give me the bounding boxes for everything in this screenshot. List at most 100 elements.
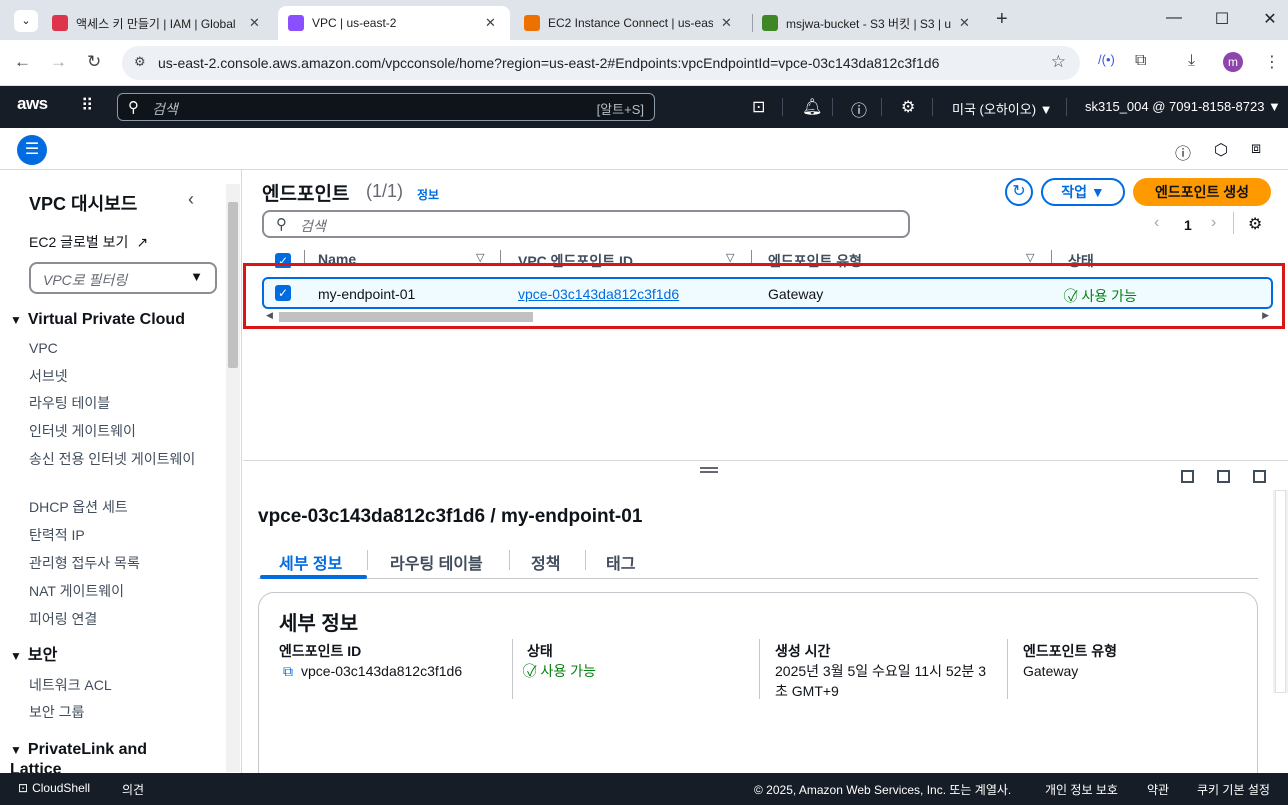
aws-logo[interactable]: aws [17,94,48,114]
table-row[interactable]: ✓ my-endpoint-01 vpce-03c143da812c3f1d6 … [262,277,1273,309]
tab-search-icon[interactable]: ⌄ [14,10,38,32]
panel-bottom-position-icon[interactable] [1181,470,1194,483]
help-icon[interactable]: ⓘ [851,97,867,121]
browser-tab-vpc[interactable]: VPC | us-east-2 ✕ [278,6,510,40]
prev-page-chevron-icon[interactable]: ‹ [1154,214,1159,232]
notifications-bell-icon[interactable]: 🔔︎ [802,97,822,117]
header-divider [782,98,783,116]
back-arrow-icon[interactable]: ← [14,52,31,72]
section-privatelink[interactable]: ▼ PrivateLink and Lattice [10,740,200,773]
profile-avatar[interactable]: m [1223,52,1243,72]
extension-translate-icon[interactable]: /(•) [1098,52,1115,67]
feedback-link[interactable]: 의견 [122,781,144,798]
address-bar[interactable]: ⚙ us-east-2.console.aws.amazon.com/vpcco… [122,46,1080,80]
refresh-button[interactable]: ↻ [1005,178,1033,206]
sidebar-item-nat-gateways[interactable]: NAT 게이트웨이 [29,581,199,601]
create-endpoint-button[interactable]: 엔드포인트 생성 [1133,178,1271,206]
feedback-icon[interactable]: ⬡ [1214,140,1228,160]
status-check-circle-icon: ✓⃝ [527,663,537,679]
account-menu[interactable]: sk315_004 @ 7091-8158-8723 ▼ [1085,99,1281,114]
scrollbar-thumb[interactable] [228,202,238,368]
field-value-endpoint-id: ⧉ vpce-03c143da812c3f1d6 [283,661,462,681]
close-window-button[interactable]: ✕ [1250,9,1288,29]
caret-down-icon: ▼ [10,743,22,757]
cloudshell-icon[interactable]: ⊡ [752,97,765,117]
info-link[interactable]: 정보 [417,186,439,203]
info-panel-icon[interactable]: ⓘ [1175,140,1191,164]
cell-name: my-endpoint-01 [318,286,416,302]
endpoints-search-input[interactable]: ⚲ 검색 [262,210,910,238]
tab-tags[interactable]: 태그 [606,550,635,574]
cloudshell-button[interactable]: ⊡ CloudShell [18,781,90,795]
sidebar-item-route-tables[interactable]: 라우팅 테이블 [29,393,199,413]
browser-menu-icon[interactable]: ⋮ [1264,52,1280,72]
sidebar-scrollbar[interactable] [226,184,240,772]
cell-endpoint-id-link[interactable]: vpce-03c143da812c3f1d6 [518,286,679,302]
sidebar-item-subnets[interactable]: 서브넷 [29,366,199,386]
panel-side-position-icon[interactable] [1217,470,1230,483]
privacy-link[interactable]: 개인 정보 보호 [1045,781,1118,798]
sidebar-item-elastic-ip[interactable]: 탄력적 IP [29,525,199,545]
new-tab-button[interactable]: + [996,8,1008,31]
endpoints-list-panel: 엔드포인트 (1/1) 정보 ↻ 작업 ▼ 엔드포인트 생성 ⚲ 검색 ‹ 1 … [243,170,1288,460]
terms-link[interactable]: 약관 [1147,781,1169,798]
copy-icon[interactable]: ⧉ [283,663,293,679]
services-grid-icon[interactable]: ⠿ [81,96,93,116]
panel-full-position-icon[interactable] [1253,470,1266,483]
scroll-left-arrow-icon[interactable]: ◀ [266,310,273,321]
reload-icon[interactable]: ↻ [87,52,101,72]
row-checkbox[interactable]: ✓ [275,285,291,301]
sidebar-item-vpc[interactable]: VPC [29,338,199,358]
tab-details[interactable]: 세부 정보 [279,550,342,574]
cookie-preferences-link[interactable]: 쿠키 기본 설정 [1197,781,1270,798]
section-security[interactable]: ▼ 보안 [10,646,210,666]
search-shortcut: [알트+S] [596,102,644,117]
sidebar-item-ec2-global[interactable]: EC2 글로벌 보기 ↗ [29,232,199,252]
tab-close-icon[interactable]: ✕ [249,15,260,31]
vpc-filter-select[interactable]: VPC로 필터링 ▼ [29,262,217,294]
tab-close-icon[interactable]: ✕ [959,15,970,31]
iam-favicon-icon [52,15,68,31]
section-label: 보안 [27,647,58,664]
minimize-button[interactable]: — [1154,9,1194,27]
side-nav-toggle-button[interactable]: ☰ [17,135,47,165]
section-virtual-private-cloud[interactable]: ▼ Virtual Private Cloud [10,310,210,330]
sidebar-item-peering[interactable]: 피어링 연결 [29,609,199,629]
browser-tab-s3[interactable]: msjwa-bucket - S3 버킷 | S3 | us-east-2 ✕ [752,6,984,40]
tab-close-icon[interactable]: ✕ [721,15,732,31]
browser-tab-iam[interactable]: 액세스 키 만들기 | IAM | Global ✕ [42,6,274,40]
settings-gear-icon[interactable]: ⚙ [901,97,915,117]
sidebar-item-network-acl[interactable]: 네트워크 ACL [29,675,199,695]
sidebar-title[interactable]: VPC 대시보드 [29,190,137,216]
extensions-puzzle-icon[interactable]: ⧉ [1135,52,1146,70]
resize-handle-icon[interactable] [700,467,718,473]
tab-close-icon[interactable]: ✕ [485,15,496,31]
page-number[interactable]: 1 [1184,217,1192,233]
site-info-icon[interactable]: ⚙ [134,54,146,70]
browser-tab-ec2[interactable]: EC2 Instance Connect | us-east-2 ✕ [514,6,746,40]
bookmark-star-icon[interactable]: ☆ [1051,52,1066,72]
maximize-button[interactable]: ☐ [1202,9,1242,29]
download-icon[interactable]: ⤓ [1188,52,1195,70]
sidebar-collapse-chevron-icon[interactable]: ‹ [188,189,194,210]
display-settings-icon[interactable]: ⧈ [1251,140,1261,158]
scroll-right-arrow-icon[interactable]: ▶ [1262,310,1269,321]
sidebar-item-dhcp-options[interactable]: DHCP 옵션 세트 [29,497,199,517]
tab-route-tables[interactable]: 라우팅 테이블 [390,550,483,574]
url-text[interactable]: us-east-2.console.aws.amazon.com/vpccons… [158,55,939,71]
sidebar-item-security-groups[interactable]: 보안 그룹 [29,702,199,722]
aws-search-input[interactable]: ⚲ 검색 [알트+S] [117,93,655,121]
sidebar-item-egress-only-igw[interactable]: 송신 전용 인터넷 게이트웨이 [29,449,199,469]
table-horizontal-scrollbar[interactable]: ◀ ▶ [262,310,1273,324]
tab-policy[interactable]: 정책 [531,550,560,574]
next-page-chevron-icon[interactable]: › [1211,214,1216,232]
scrollbar-thumb[interactable] [279,312,533,322]
sidebar-item-prefix-lists[interactable]: 관리형 접두사 목록 [29,553,199,573]
table-preferences-gear-icon[interactable]: ⚙ [1248,214,1262,234]
sidebar-item-internet-gateways[interactable]: 인터넷 게이트웨이 [29,421,199,441]
actions-button[interactable]: 작업 ▼ [1041,178,1125,206]
forward-arrow-icon[interactable]: → [50,52,67,72]
region-selector[interactable]: 미국 (오하이오) ▼ [952,99,1053,118]
detail-scrollbar[interactable] [1273,490,1288,693]
scrollbar-thumb[interactable] [1275,490,1286,693]
